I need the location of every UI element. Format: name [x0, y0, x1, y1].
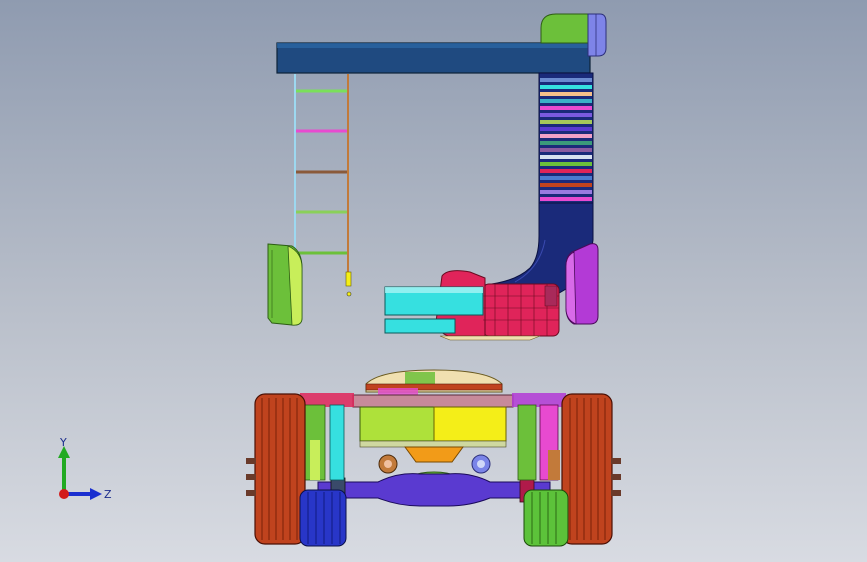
- upper-assembly: [267, 13, 607, 341]
- right-suspension: [512, 393, 566, 481]
- coordinate-triad: Y Z: [58, 436, 112, 501]
- z-arrow-head-icon: [90, 488, 102, 500]
- ribbed-duct: [538, 72, 594, 204]
- ladder: [294, 74, 352, 297]
- frame-crossmember: [352, 394, 514, 408]
- differential-housing: [359, 406, 507, 474]
- fender-right: [565, 243, 599, 325]
- y-axis-label: Y: [59, 436, 67, 449]
- cad-model-viewport[interactable]: [0, 0, 867, 562]
- axle-beam: [317, 473, 551, 507]
- fender-left: [267, 243, 303, 326]
- right-wheel-set: [523, 393, 621, 547]
- z-axis-label: Z: [104, 488, 112, 501]
- fifth-wheel-plate: [365, 369, 503, 396]
- chassis-assembly: [246, 369, 621, 547]
- left-suspension: [300, 393, 354, 481]
- x-axis-origin: [59, 489, 69, 499]
